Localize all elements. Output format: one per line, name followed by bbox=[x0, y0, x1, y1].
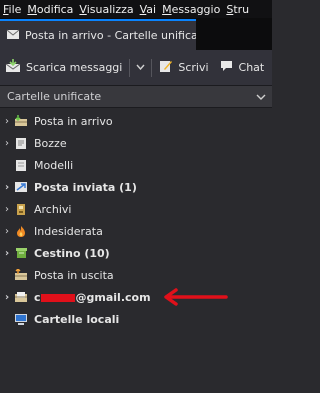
redaction-mark bbox=[40, 293, 75, 302]
twisty-icon[interactable]: › bbox=[0, 248, 14, 259]
tab-strip: Posta in arrivo - Cartelle unificat bbox=[0, 18, 272, 50]
computer-icon bbox=[14, 313, 28, 325]
outbox-icon bbox=[14, 269, 28, 281]
twisty-icon[interactable]: › bbox=[0, 116, 14, 127]
menu-bar: File Modifica Visualizza Vai Messaggio S… bbox=[0, 0, 272, 18]
chat-button[interactable]: Chat bbox=[214, 59, 270, 76]
chat-icon bbox=[219, 59, 234, 76]
menu-vai[interactable]: Vai bbox=[137, 3, 159, 16]
tab-mail-icon bbox=[6, 28, 20, 43]
templates-icon bbox=[14, 159, 28, 171]
tab-inbox[interactable]: Posta in arrivo - Cartelle unificat bbox=[0, 19, 196, 50]
folder-label: Posta in uscita bbox=[34, 268, 114, 282]
pencil-icon bbox=[159, 59, 173, 76]
get-messages-dropdown[interactable] bbox=[132, 62, 149, 73]
menu-modifica[interactable]: Modifica bbox=[24, 3, 76, 16]
folder-templates[interactable]: Modelli bbox=[0, 154, 272, 176]
twisty-icon[interactable]: › bbox=[0, 226, 14, 237]
tab-label: Posta in arrivo - Cartelle unificat bbox=[25, 29, 196, 42]
menu-strumenti[interactable]: Stru bbox=[223, 3, 252, 16]
folder-drafts[interactable]: › Bozze bbox=[0, 132, 272, 154]
inbox-icon bbox=[14, 115, 28, 127]
folder-trash[interactable]: › Cestino (10) bbox=[0, 242, 272, 264]
account-gmail[interactable]: › c @gmail.com bbox=[0, 286, 272, 308]
get-messages-label: Scarica messaggi bbox=[26, 61, 123, 74]
folder-outbox[interactable]: Posta in uscita bbox=[0, 264, 272, 286]
folder-inbox[interactable]: › Posta in arrivo bbox=[0, 110, 272, 132]
folder-pane-header[interactable]: Cartelle unificate bbox=[0, 86, 272, 108]
write-button[interactable]: Scrivi bbox=[154, 59, 213, 76]
toolbar-separator bbox=[129, 58, 131, 77]
folder-label: Posta inviata (1) bbox=[34, 180, 137, 194]
folder-label: Posta in arrivo bbox=[34, 114, 113, 128]
drafts-icon bbox=[14, 137, 28, 149]
folder-label: Cestino (10) bbox=[34, 246, 110, 260]
twisty-icon[interactable]: › bbox=[0, 204, 14, 215]
menu-visualizza[interactable]: Visualizza bbox=[76, 3, 136, 16]
account-label: c @gmail.com bbox=[34, 290, 151, 304]
archive-icon bbox=[14, 203, 28, 215]
local-folders[interactable]: Cartelle locali bbox=[0, 308, 272, 330]
folder-sent[interactable]: › Posta inviata (1) bbox=[0, 176, 272, 198]
write-label: Scrivi bbox=[178, 61, 209, 74]
folder-label: Archivi bbox=[34, 202, 72, 216]
folder-junk[interactable]: › Indesiderata bbox=[0, 220, 272, 242]
folder-label: Indesiderata bbox=[34, 224, 103, 238]
menu-file[interactable]: File bbox=[0, 3, 24, 16]
folder-tree: › Posta in arrivo › Bozze Modelli › Post… bbox=[0, 110, 272, 330]
twisty-icon[interactable]: › bbox=[0, 182, 14, 193]
get-messages-button[interactable]: Scarica messaggi bbox=[0, 59, 127, 76]
annotation-arrow-icon bbox=[164, 288, 228, 306]
mail-account-icon bbox=[14, 291, 28, 303]
folder-archive[interactable]: › Archivi bbox=[0, 198, 272, 220]
chat-label: Chat bbox=[238, 61, 265, 74]
twisty-icon[interactable]: › bbox=[0, 138, 14, 149]
sent-icon bbox=[14, 181, 28, 193]
folder-mode-label: Cartelle unificate bbox=[7, 90, 102, 103]
trash-icon bbox=[14, 247, 28, 259]
folder-label: Bozze bbox=[34, 136, 67, 150]
junk-icon bbox=[14, 225, 28, 237]
twisty-icon[interactable]: › bbox=[0, 292, 14, 303]
menu-messaggio[interactable]: Messaggio bbox=[159, 3, 223, 16]
chevron-down-icon[interactable] bbox=[256, 90, 266, 103]
chevron-down-icon bbox=[136, 64, 145, 71]
toolbar-separator bbox=[151, 58, 153, 77]
folder-label: Modelli bbox=[34, 158, 74, 172]
folder-label: Cartelle locali bbox=[34, 312, 120, 326]
main-toolbar: Scarica messaggi Scrivi Chat bbox=[0, 50, 272, 86]
download-mail-icon bbox=[5, 59, 21, 76]
